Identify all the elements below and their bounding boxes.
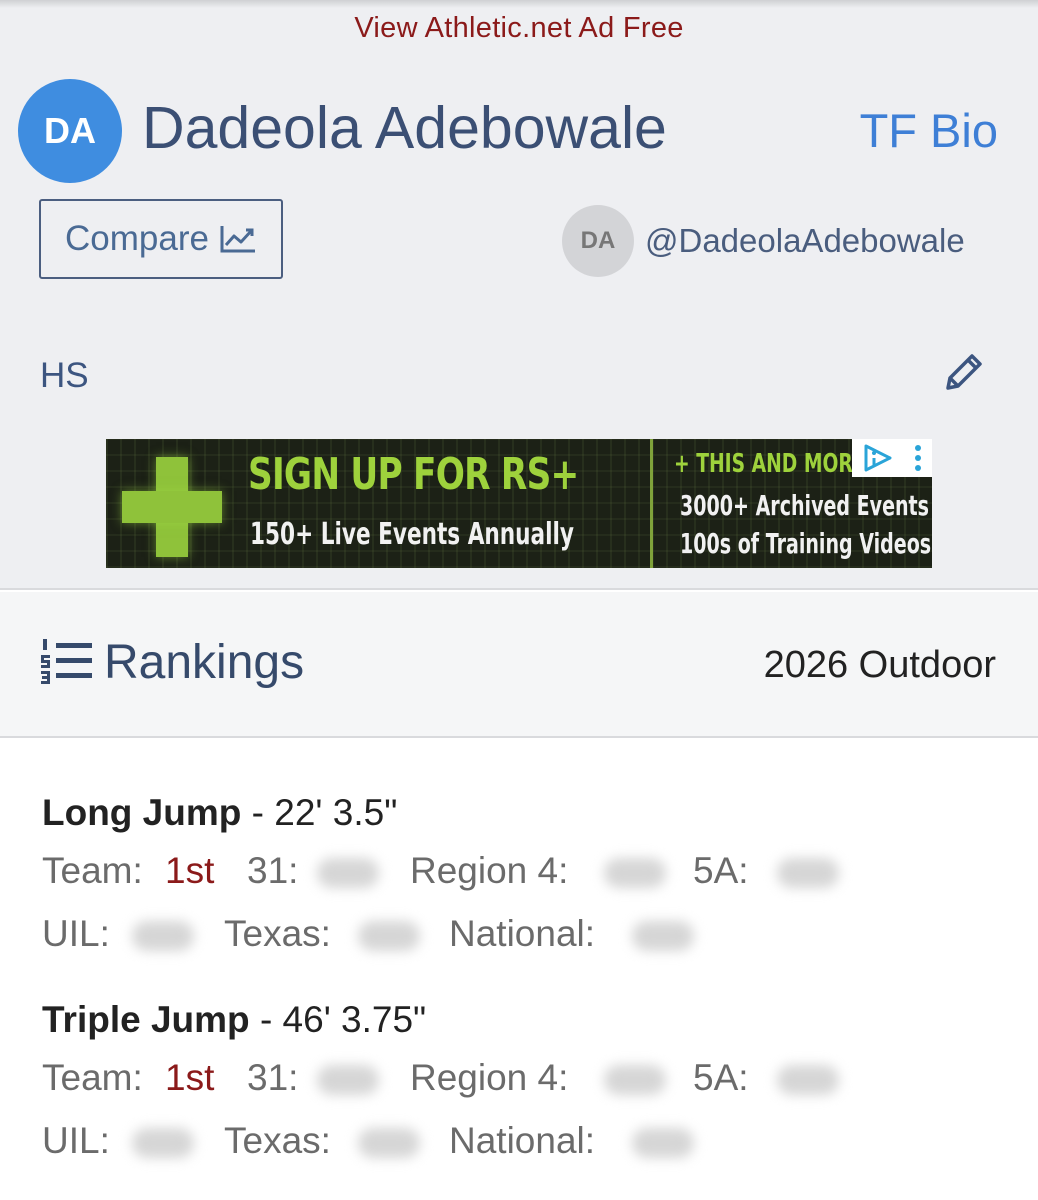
athlete-level: HS [40, 356, 89, 395]
class-rank-hidden [777, 1057, 839, 1099]
state-label: Texas: [224, 1120, 331, 1161]
event-heading: Triple Jump - 46' 3.75" [42, 999, 1002, 1047]
ad-free-link[interactable]: View Athletic.net Ad Free [0, 12, 1038, 45]
rankings-title: Rankings [104, 636, 305, 689]
ad-right-line-2: 100s of Training Videos [680, 527, 932, 560]
national-rank-hidden [632, 1120, 694, 1162]
athlete-handle[interactable]: @DadeolaAdebowale [645, 222, 965, 260]
ad-right-line-1: 3000+ Archived Events [680, 489, 929, 522]
rank-row: Team: 1st 31: Region 4: 5A: [42, 1047, 1002, 1110]
uil-rank-hidden [132, 913, 194, 955]
handle-avatar: DA [562, 205, 634, 277]
uil-label: UIL: [42, 1120, 110, 1161]
state-rank-hidden [358, 1120, 420, 1162]
top-bar [0, 0, 1038, 8]
national-label: National: [449, 913, 596, 954]
class-rank-hidden [777, 850, 839, 892]
national-rank-hidden [632, 913, 694, 955]
team-label: Team: [42, 1057, 143, 1098]
ad-subline: 150+ Live Events Annually [250, 517, 574, 552]
rank-row: UIL: Texas: National: [42, 903, 1002, 966]
athlete-name: Dadeola Adebowale [142, 95, 667, 161]
region-label: Region 4: [410, 850, 569, 891]
district-rank-hidden [317, 1057, 379, 1099]
district-rank-hidden [317, 850, 379, 892]
rank-row: Team: 1st 31: Region 4: 5A: [42, 840, 1002, 903]
list-ol-icon [41, 639, 92, 684]
plus-icon [122, 457, 222, 557]
class-label: 5A: [693, 1057, 749, 1098]
season-selector[interactable]: 2026 Outdoor [764, 644, 996, 687]
national-label: National: [449, 1120, 596, 1161]
region-rank-hidden [604, 1057, 666, 1099]
district-label: 31: [247, 850, 299, 891]
uil-label: UIL: [42, 913, 110, 954]
uil-rank-hidden [132, 1120, 194, 1162]
team-place: 1st [165, 1057, 215, 1098]
tf-bio-link[interactable]: TF Bio [860, 103, 998, 158]
rank-row: UIL: Texas: National: [42, 1110, 1002, 1173]
district-label: 31: [247, 1057, 299, 1098]
state-label: Texas: [224, 913, 331, 954]
event-long-jump: Long Jump - 22' 3.5" Team: 1st 31: Regio… [42, 792, 1002, 966]
compare-label: Compare [65, 219, 209, 258]
ad-choices[interactable] [852, 439, 932, 477]
team-place: 1st [165, 850, 215, 891]
state-rank-hidden [358, 913, 420, 955]
athlete-header: View Athletic.net Ad Free DA Dadeola Ade… [0, 0, 1038, 590]
region-rank-hidden [604, 850, 666, 892]
region-label: Region 4: [410, 1057, 569, 1098]
ad-headline: SIGN UP FOR RS+ [248, 449, 579, 500]
compare-button[interactable]: Compare [39, 199, 283, 279]
event-triple-jump: Triple Jump - 46' 3.75" Team: 1st 31: Re… [42, 999, 1002, 1173]
ad-banner[interactable]: SIGN UP FOR RS+ 150+ Live Events Annuall… [106, 439, 932, 568]
athlete-avatar: DA [18, 79, 122, 183]
pencil-icon[interactable] [942, 348, 988, 394]
event-mark: - 22' 3.5" [251, 792, 398, 833]
event-name[interactable]: Triple Jump [42, 999, 250, 1040]
chart-line-icon [220, 226, 255, 253]
ad-right-heading: + THIS AND MORE [674, 449, 866, 479]
ad-divider [650, 439, 653, 568]
class-label: 5A: [693, 850, 749, 891]
ad-choices-icon[interactable] [861, 443, 895, 473]
event-name[interactable]: Long Jump [42, 792, 241, 833]
event-mark: - 46' 3.75" [259, 999, 427, 1040]
event-heading: Long Jump - 22' 3.5" [42, 792, 1002, 840]
ad-menu-icon[interactable] [913, 443, 923, 473]
team-label: Team: [42, 850, 143, 891]
